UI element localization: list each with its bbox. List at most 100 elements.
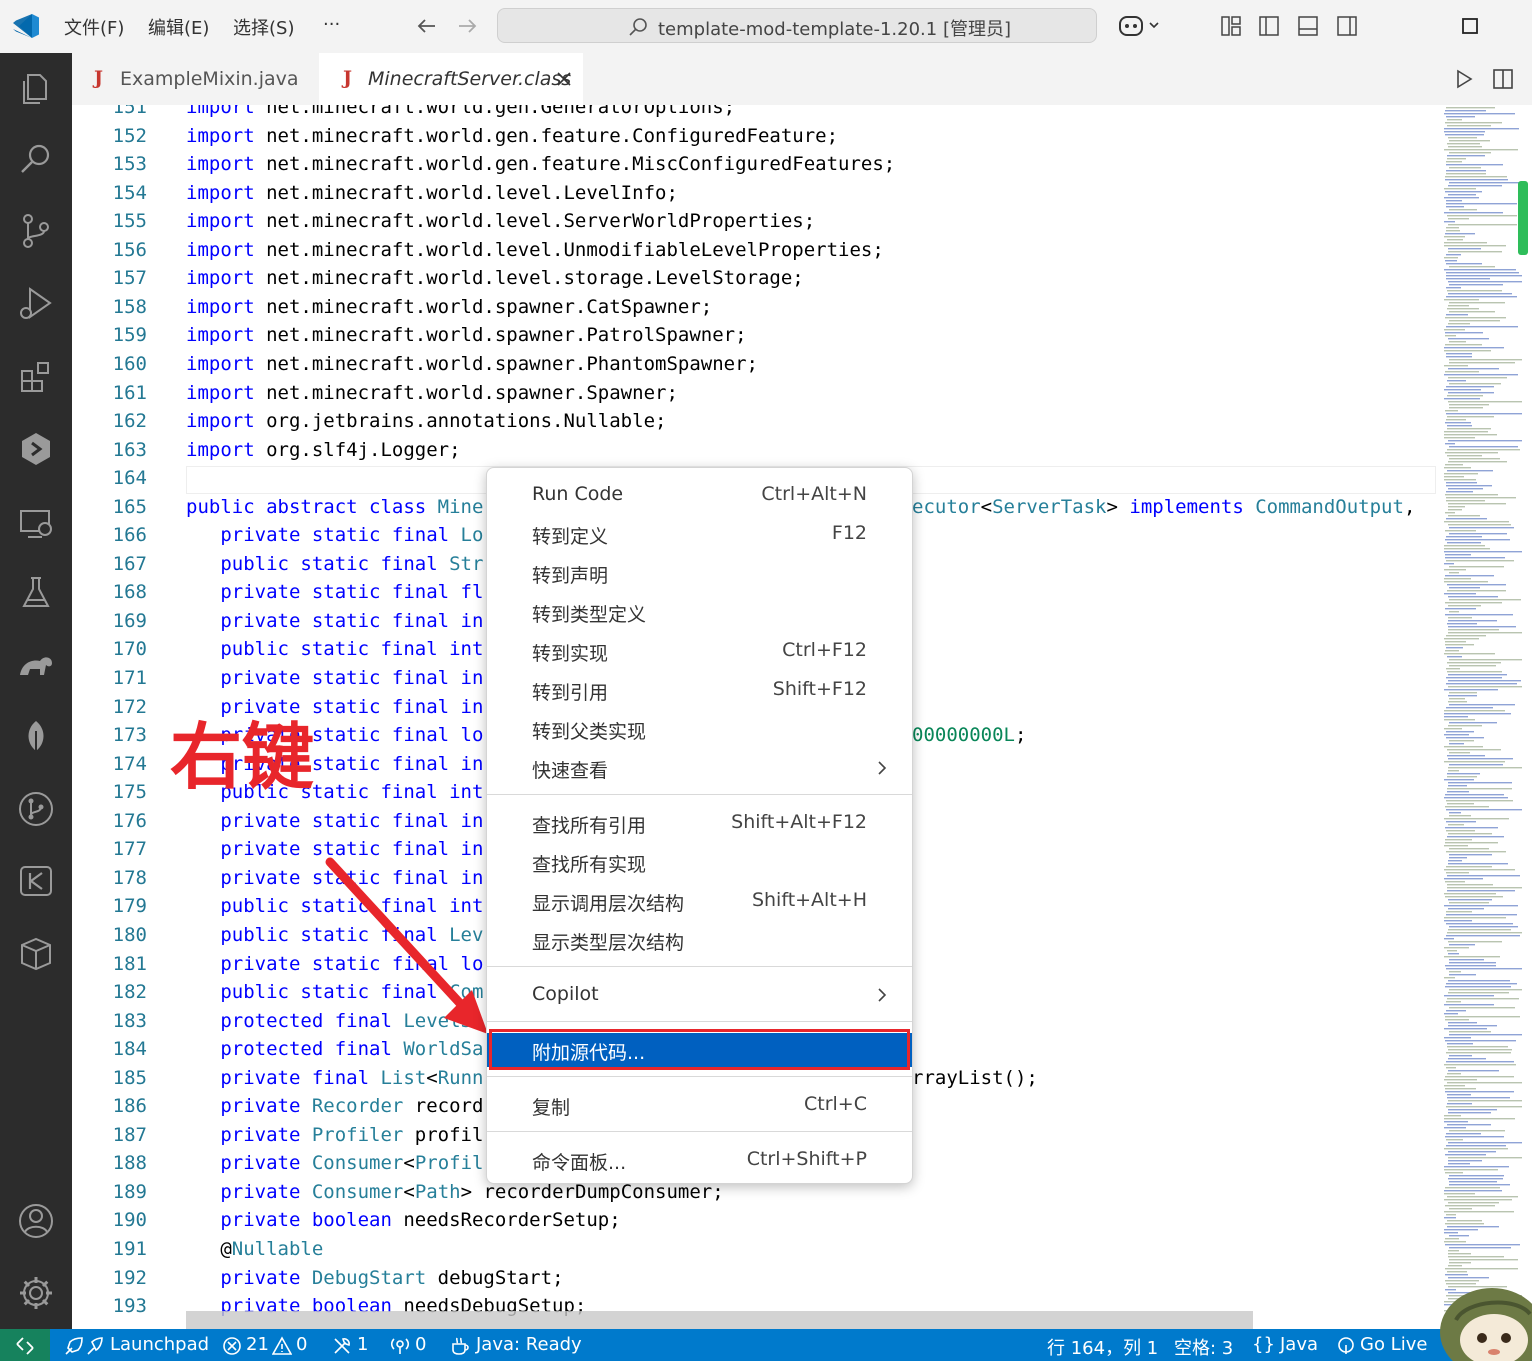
line-number: 156 — [112, 238, 147, 261]
minimap-scroll-indicator[interactable] — [1518, 181, 1528, 255]
run-debug-icon[interactable] — [16, 283, 56, 323]
minimap-line — [1444, 1166, 1509, 1168]
line-number: 155 — [112, 210, 147, 233]
maximize-window-icon[interactable] — [1462, 18, 1478, 34]
menu-selection[interactable]: 选择(S) — [233, 14, 294, 40]
kotlin-icon[interactable] — [16, 861, 56, 901]
minimap-line — [1444, 710, 1505, 712]
line-number: 154 — [112, 181, 147, 204]
minimap-line — [1446, 353, 1472, 355]
java-file-icon: J — [94, 67, 103, 89]
minimap-line — [1449, 611, 1459, 613]
minimap-line — [1444, 479, 1476, 481]
menu-item-find-all-references[interactable]: 查找所有引用 Shift+Alt+F12 — [487, 806, 912, 840]
back-arrow-icon[interactable] — [415, 14, 439, 38]
minimap-line — [1444, 1121, 1468, 1123]
menu-item-copy[interactable]: 复制 Ctrl+C — [487, 1088, 912, 1122]
menu-file[interactable]: 文件(F) — [64, 14, 124, 40]
tab-examplemixin[interactable]: J ExampleMixin.java — [72, 53, 318, 105]
menu-item-command-palette[interactable]: 命令面板... Ctrl+Shift+P — [487, 1143, 912, 1177]
gradle-icon[interactable] — [16, 645, 56, 685]
remote-explorer-icon[interactable] — [16, 503, 56, 543]
minimap-line — [1447, 836, 1504, 838]
line-number: 175 — [112, 781, 147, 804]
minimap-line — [1447, 803, 1474, 805]
error-count[interactable]: 21 — [246, 1334, 269, 1355]
launchpad-status[interactable]: Launchpad — [110, 1334, 209, 1355]
minimap-line — [1446, 326, 1518, 328]
command-center-search[interactable]: template-mod-template-1.20.1 [管理员] — [497, 8, 1097, 43]
horizontal-scrollbar[interactable] — [186, 1311, 1253, 1329]
minimap-line — [1447, 1196, 1518, 1198]
menu-item-show-type-hierarchy[interactable]: 显示类型层次结构 — [487, 923, 912, 957]
line-number: 170 — [112, 638, 147, 661]
run-play-icon[interactable] — [1454, 69, 1474, 89]
language-mode[interactable]: Java — [1280, 1334, 1318, 1355]
git-graph-icon[interactable] — [16, 789, 56, 829]
minimap-line — [1444, 1085, 1465, 1087]
warning-count[interactable]: 0 — [296, 1334, 307, 1355]
menu-item-show-call-hierarchy[interactable]: 显示调用层次结构 Shift+Alt+H — [487, 884, 912, 918]
explorer-icon[interactable] — [16, 69, 56, 109]
minimap-line — [1447, 1082, 1522, 1084]
code-text: @Nullable — [186, 1238, 324, 1260]
minimap[interactable] — [1436, 105, 1532, 1329]
settings-gear-icon[interactable] — [16, 1273, 56, 1313]
cursor-position[interactable]: 行 164，列 1 — [1047, 1334, 1158, 1360]
minimap-line — [1447, 290, 1502, 292]
minimap-line — [1447, 215, 1517, 217]
minimap-line — [1446, 206, 1464, 208]
testing-icon[interactable] — [16, 573, 56, 613]
copilot-icon[interactable] — [1118, 13, 1164, 39]
menu-item-goto-super-implementation[interactable]: 转到父类实现 — [487, 712, 912, 746]
tab-minecraftserver[interactable]: J MinecraftServer.class — [319, 53, 583, 105]
java-status[interactable]: Java: Ready — [476, 1334, 582, 1355]
toggle-secondary-sidebar-icon[interactable] — [1336, 15, 1358, 37]
minimap-line — [1447, 449, 1520, 451]
forward-arrow-icon[interactable] — [455, 14, 479, 38]
minimap-line — [1445, 794, 1504, 796]
spring-boot-icon[interactable] — [16, 717, 56, 757]
minimap-line — [1447, 755, 1485, 757]
menu-item-goto-implementation[interactable]: 转到实现 Ctrl+F12 — [487, 634, 912, 668]
menu-item-find-all-implementations[interactable]: 查找所有实现 — [487, 845, 912, 879]
source-control-icon[interactable] — [16, 211, 56, 251]
search-view-icon[interactable] — [16, 139, 56, 179]
menu-item-copilot[interactable]: Copilot — [487, 978, 912, 1012]
menu-more[interactable]: ··· — [323, 14, 340, 35]
menu-edit[interactable]: 编辑(E) — [148, 14, 209, 40]
ports-count[interactable]: 0 — [415, 1334, 426, 1355]
minimap-line — [1445, 1268, 1518, 1270]
accounts-icon[interactable] — [16, 1201, 56, 1241]
java-projects-icon[interactable] — [16, 429, 56, 469]
code-line: 154 import net.minecraft.world.level.Leve… — [72, 182, 1436, 210]
remote-indicator[interactable] — [0, 1329, 50, 1361]
minimap-line — [1444, 653, 1495, 655]
minimap-line — [1449, 722, 1497, 724]
tools-count[interactable]: 1 — [357, 1334, 368, 1355]
minimap-line — [1444, 1013, 1458, 1015]
menu-item-goto-definition[interactable]: 转到定义 F12 — [487, 517, 912, 551]
toggle-primary-sidebar-icon[interactable] — [1258, 15, 1280, 37]
menu-item-run-code[interactable]: Run Code Ctrl+Alt+N — [487, 478, 912, 512]
split-editor-icon[interactable] — [1492, 68, 1514, 90]
menu-item-goto-declaration[interactable]: 转到声明 — [487, 556, 912, 590]
minimap-line — [1445, 1205, 1495, 1207]
minimap-line — [1444, 545, 1485, 547]
layout-customize-icon[interactable] — [1220, 15, 1242, 37]
minimap-line — [1447, 662, 1501, 664]
close-icon[interactable] — [556, 71, 572, 87]
minimap-line — [1448, 758, 1513, 760]
extensions-icon[interactable] — [16, 357, 56, 397]
toggle-panel-icon[interactable] — [1297, 15, 1319, 37]
indentation-setting[interactable]: 空格: 3 — [1174, 1334, 1233, 1360]
packages-icon[interactable] — [16, 933, 56, 973]
menu-item-goto-references[interactable]: 转到引用 Shift+F12 — [487, 673, 912, 707]
menu-item-peek[interactable]: 快速查看 — [487, 751, 912, 785]
minimap-line — [1445, 1088, 1476, 1090]
minimap-line — [1445, 410, 1458, 412]
minimap-line — [1445, 371, 1479, 373]
minimap-line — [1444, 728, 1462, 730]
menu-item-goto-type-definition[interactable]: 转到类型定义 — [487, 595, 912, 629]
go-live-button[interactable]: Go Live — [1360, 1334, 1427, 1355]
